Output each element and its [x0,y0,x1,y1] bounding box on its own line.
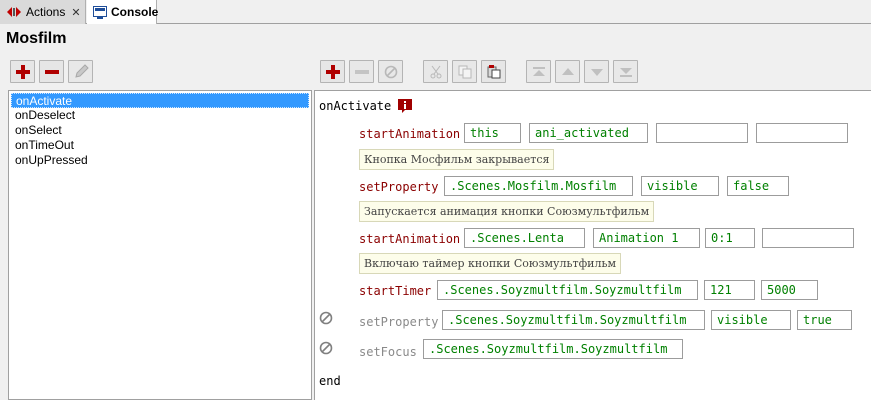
move-top-icon [532,66,545,76]
action-arg[interactable] [656,123,748,143]
disable-action-button[interactable] [378,60,403,83]
disabled-icon [319,311,333,328]
move-bottom-button[interactable] [613,60,638,83]
action-arg[interactable] [756,123,848,143]
action-command[interactable]: setProperty [359,180,438,194]
list-item[interactable]: onActivate [11,93,309,108]
action-arg[interactable]: 121 [704,280,755,300]
action-command[interactable]: startAnimation [359,232,460,246]
cut-button[interactable] [423,60,448,83]
paste-icon [487,64,500,78]
info-icon[interactable] [397,98,413,117]
action-arg[interactable]: Animation 1 [593,228,700,248]
action-arg[interactable]: visible [711,310,791,330]
add-icon [15,64,30,79]
move-top-button[interactable] [526,60,551,83]
remove-icon [354,69,369,74]
tab-bar: Actions ✕ Console [0,0,871,24]
move-up-button[interactable] [555,60,580,83]
action-arg[interactable]: .Scenes.Soyzmultfilm.Soyzmultfilm [442,310,705,330]
remove-action-button[interactable] [349,60,374,83]
list-item[interactable]: onUpPressed [11,153,309,168]
add-event-button[interactable] [10,60,35,83]
action-arg[interactable]: .Scenes.Soyzmultfilm.Soyzmultfilm [423,339,683,359]
actions-toolbar [320,60,638,84]
tab-actions[interactable]: Actions ✕ [0,0,86,24]
add-icon [325,64,340,79]
action-arg[interactable]: ani_activated [529,123,648,143]
move-bottom-icon [619,67,632,77]
action-arg[interactable]: .Scenes.Mosfilm.Mosfilm [444,176,633,196]
add-action-button[interactable] [320,60,345,83]
list-item[interactable]: onSelect [11,123,309,138]
close-icon[interactable]: ✕ [71,6,80,19]
action-arg[interactable]: .Scenes.Lenta [464,228,585,248]
events-toolbar [10,60,93,84]
actions-icon [6,4,22,20]
copy-icon [458,65,471,78]
event-footer: end [319,374,341,388]
remove-icon [44,69,59,74]
action-arg[interactable]: 5000 [761,280,818,300]
copy-button[interactable] [452,60,477,83]
remove-event-button[interactable] [39,60,64,83]
console-icon [93,4,107,20]
page-title: Mosfilm [6,30,67,47]
list-item[interactable]: onTimeOut [11,138,309,153]
action-comment[interactable]: Кнопка Мосфильм закрывается [359,149,555,170]
action-arg[interactable]: visible [641,176,719,196]
action-command[interactable]: startAnimation [359,127,460,141]
action-arg[interactable]: true [797,310,852,330]
tab-console[interactable]: Console [87,0,159,24]
tab-actions-label: Actions [26,5,66,19]
cut-icon [430,65,441,78]
move-down-icon [590,68,603,76]
action-comment[interactable]: Включаю таймер кнопки Союзмультфильм [359,253,622,274]
action-arg[interactable] [762,228,854,248]
action-command[interactable]: setFocus [359,345,417,359]
action-command[interactable]: startTimer [359,284,431,298]
move-up-icon [561,67,574,75]
move-down-button[interactable] [584,60,609,83]
action-arg[interactable]: this [464,123,521,143]
action-arg[interactable]: 0:1 [705,228,755,248]
disabled-icon [319,341,333,358]
action-arg[interactable]: .Scenes.Soyzmultfilm.Soyzmultfilm [437,280,698,300]
tab-console-label: Console [111,5,159,19]
action-command[interactable]: setProperty [359,315,438,329]
event-header: onActivate [319,99,392,113]
list-item[interactable]: onDeselect [11,108,309,123]
action-comment[interactable]: Запускается анимация кнопки Союзмультфил… [359,201,655,222]
edit-event-button[interactable] [68,60,93,83]
edit-icon [74,63,89,78]
events-list: onActivate onDeselect onSelect onTimeOut… [8,90,312,400]
paste-button[interactable] [481,60,506,83]
disable-icon [384,65,397,78]
action-arg[interactable]: false [727,176,789,196]
